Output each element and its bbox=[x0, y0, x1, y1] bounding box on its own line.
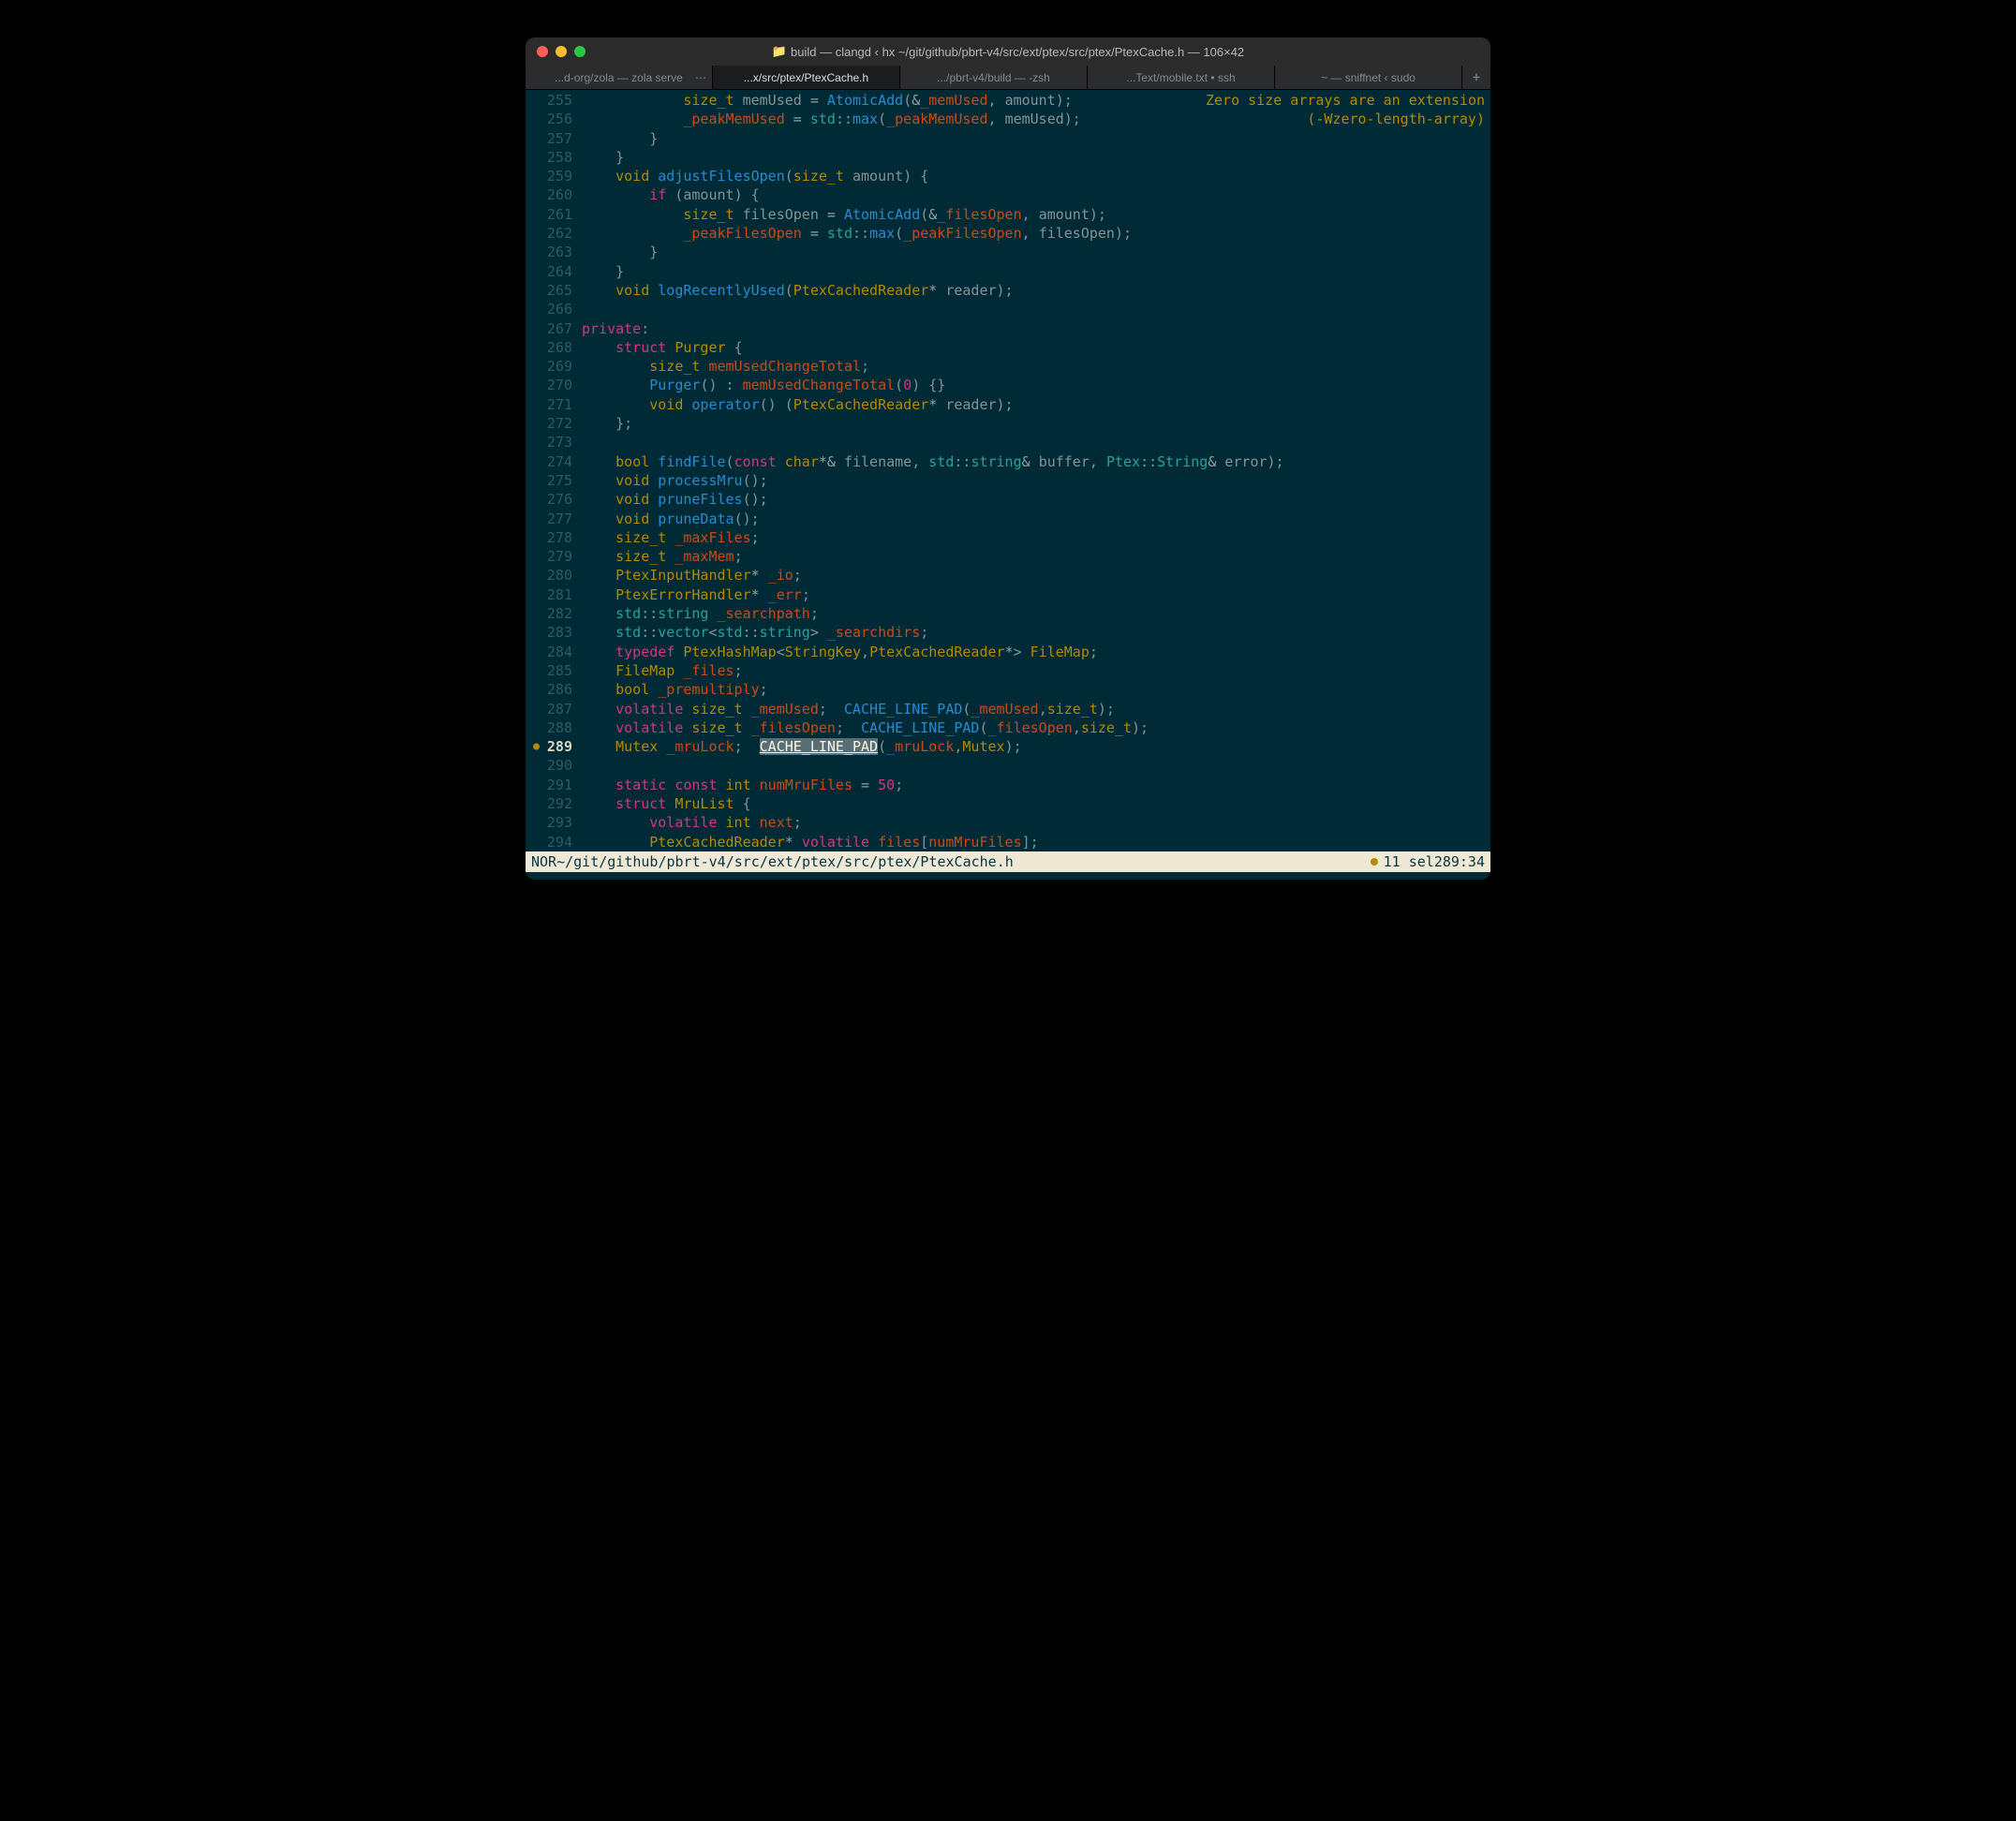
tab-label: ...x/src/ptex/PtexCache.h bbox=[744, 71, 868, 84]
code-line: 276 void pruneFiles(); bbox=[526, 490, 1490, 509]
code-line: 277 void pruneData(); bbox=[526, 510, 1490, 528]
window-title-text: build — clangd ‹ hx ~/git/github/pbrt-v4… bbox=[791, 45, 1244, 59]
diagnostic-message: Zero size arrays are an extension (-Wzer… bbox=[1206, 91, 1485, 129]
code-line: 275 void processMru(); bbox=[526, 471, 1490, 490]
tab-3[interactable]: ...Text/mobile.txt • ssh bbox=[1088, 66, 1275, 89]
code-line: 263 } bbox=[526, 243, 1490, 261]
code-line: 283 std::vector<std::string> _searchdirs… bbox=[526, 623, 1490, 642]
code-line: 262 _peakFilesOpen = std::max(_peakFiles… bbox=[526, 224, 1490, 243]
code-line: 282 std::string _searchpath; bbox=[526, 604, 1490, 623]
diagnostic-count: 1 bbox=[1384, 852, 1392, 871]
code-line: 257 } bbox=[526, 129, 1490, 148]
selection-count: 1 sel bbox=[1392, 852, 1434, 871]
tab-4[interactable]: ~ — sniffnet ‹ sudo bbox=[1275, 66, 1462, 89]
code-line: 266 bbox=[526, 300, 1490, 318]
code-line: 287 volatile size_t _memUsed; CACHE_LINE… bbox=[526, 700, 1490, 718]
code-line: 269 size_t memUsedChangeTotal; bbox=[526, 357, 1490, 376]
code-line: 292 struct MruList { bbox=[526, 794, 1490, 813]
code-line: 258 } bbox=[526, 148, 1490, 167]
code-line: 290 bbox=[526, 756, 1490, 775]
overflow-icon[interactable]: ⋯ bbox=[695, 71, 706, 84]
code-line-current: 289 Mutex _mruLock; CACHE_LINE_PAD(_mruL… bbox=[526, 737, 1490, 756]
tab-bar: ...d-org/zola — zola serve ⋯ ...x/src/pt… bbox=[526, 66, 1490, 90]
code-line: 291 static const int numMruFiles = 50; bbox=[526, 776, 1490, 794]
traffic-lights bbox=[537, 46, 586, 57]
code-line: 267private: bbox=[526, 319, 1490, 338]
folder-icon: 📁 bbox=[772, 44, 787, 59]
code-line: 284 typedef PtexHashMap<StringKey,PtexCa… bbox=[526, 643, 1490, 661]
breakpoint-dot-icon bbox=[533, 744, 540, 750]
code-line: 274 bool findFile(const char*& filename,… bbox=[526, 452, 1490, 471]
file-path: ~/git/github/pbrt-v4/src/ext/ptex/src/pt… bbox=[556, 852, 1014, 871]
code-line: 264 } bbox=[526, 262, 1490, 281]
cursor-position: 289:34 bbox=[1434, 852, 1485, 871]
selection: CACHE_LINE_PAD bbox=[760, 738, 878, 755]
code-line: 271 void operator() (PtexCachedReader* r… bbox=[526, 395, 1490, 414]
code-line: 259 void adjustFilesOpen(size_t amount) … bbox=[526, 167, 1490, 185]
tab-label: ...d-org/zola — zola serve bbox=[555, 71, 683, 84]
zoom-button[interactable] bbox=[574, 46, 586, 57]
editor-viewport[interactable]: Zero size arrays are an extension (-Wzer… bbox=[526, 90, 1490, 880]
status-bar: NOR ~/git/github/pbrt-v4/src/ext/ptex/sr… bbox=[526, 851, 1490, 872]
tab-1[interactable]: ...x/src/ptex/PtexCache.h bbox=[713, 66, 900, 89]
minimize-button[interactable] bbox=[556, 46, 567, 57]
code-line: 278 size_t _maxFiles; bbox=[526, 528, 1490, 547]
code-line: 270 Purger() : memUsedChangeTotal(0) {} bbox=[526, 376, 1490, 394]
code-line: 279 size_t _maxMem; bbox=[526, 547, 1490, 566]
code-line: 273 bbox=[526, 433, 1490, 452]
tab-2[interactable]: .../pbrt-v4/build — -zsh bbox=[900, 66, 1088, 89]
close-button[interactable] bbox=[537, 46, 548, 57]
code-line: 286 bool _premultiply; bbox=[526, 680, 1490, 699]
new-tab-button[interactable]: + bbox=[1462, 66, 1490, 89]
tab-label: .../pbrt-v4/build — -zsh bbox=[937, 71, 1050, 84]
code-line: 272 }; bbox=[526, 414, 1490, 433]
titlebar: 📁 build — clangd ‹ hx ~/git/github/pbrt-… bbox=[526, 37, 1490, 66]
tab-label: ...Text/mobile.txt • ssh bbox=[1126, 71, 1235, 84]
editor-mode: NOR bbox=[531, 852, 556, 871]
code-line: 281 PtexErrorHandler* _err; bbox=[526, 585, 1490, 604]
code-line: 261 size_t filesOpen = AtomicAdd(&_files… bbox=[526, 205, 1490, 224]
code-line: 280 PtexInputHandler* _io; bbox=[526, 566, 1490, 585]
tab-0[interactable]: ...d-org/zola — zola serve ⋯ bbox=[526, 66, 713, 89]
code-line: 265 void logRecentlyUsed(PtexCachedReade… bbox=[526, 281, 1490, 300]
code-line: 288 volatile size_t _filesOpen; CACHE_LI… bbox=[526, 718, 1490, 737]
tab-label: ~ — sniffnet ‹ sudo bbox=[1321, 71, 1416, 84]
bottom-padding bbox=[526, 872, 1490, 880]
code-line: 268 struct Purger { bbox=[526, 338, 1490, 357]
code-line: 293 volatile int next; bbox=[526, 813, 1490, 832]
terminal-window: 📁 build — clangd ‹ hx ~/git/github/pbrt-… bbox=[526, 37, 1490, 880]
warning-dot-icon bbox=[1371, 858, 1378, 866]
code-line: 260 if (amount) { bbox=[526, 185, 1490, 204]
window-title: 📁 build — clangd ‹ hx ~/git/github/pbrt-… bbox=[526, 44, 1490, 59]
code-line: 294 PtexCachedReader* volatile files[num… bbox=[526, 833, 1490, 851]
code-line: 285 FileMap _files; bbox=[526, 661, 1490, 680]
